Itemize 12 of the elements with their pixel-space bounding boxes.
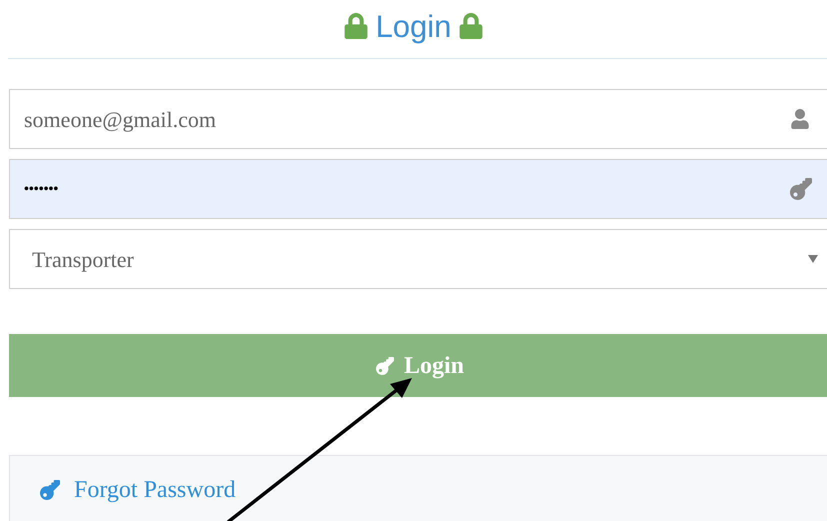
role-select[interactable]: Transporter bbox=[9, 229, 827, 289]
caret-icon bbox=[808, 255, 818, 263]
key-icon bbox=[376, 356, 394, 374]
lock-icon bbox=[459, 13, 484, 39]
lock-icon bbox=[344, 13, 368, 39]
password-field[interactable]: ••••••• bbox=[9, 159, 827, 219]
key-icon bbox=[40, 480, 60, 500]
user-icon bbox=[790, 109, 810, 129]
email-field[interactable]: someone@gmail.com bbox=[9, 89, 827, 149]
forgot-password-link[interactable]: Forgot Password bbox=[40, 472, 236, 508]
page-title: Login bbox=[376, 10, 452, 42]
key-icon bbox=[790, 178, 812, 200]
